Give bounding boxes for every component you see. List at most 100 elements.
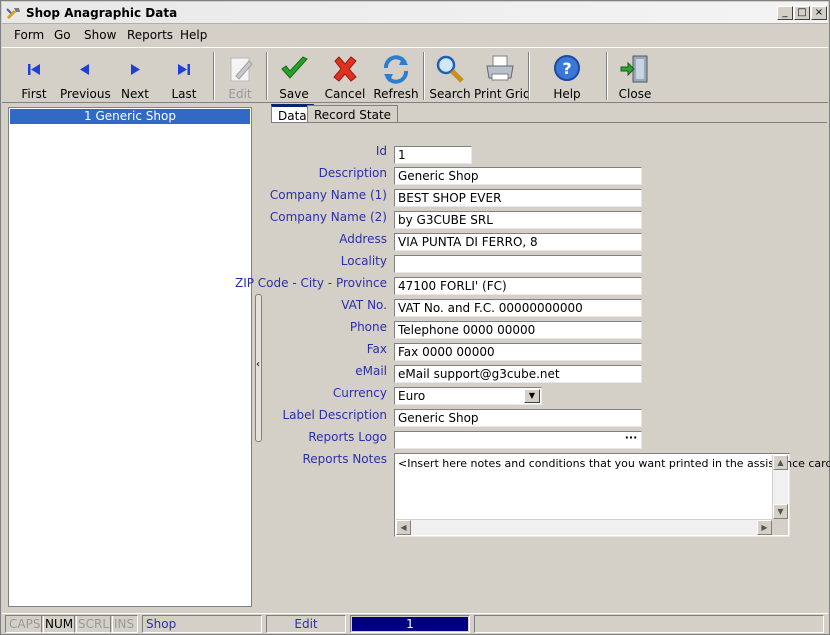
collapse-arrow-icon[interactable]: ‹	[256, 359, 260, 370]
title-bar: Shop Anagraphic Data _ □ ×	[2, 2, 828, 24]
reports-notes-label: Reports Notes	[302, 452, 387, 466]
maximize-button[interactable]: □	[794, 6, 810, 20]
company-name-2-field[interactable]: by G3CUBE SRL	[394, 211, 642, 229]
last-label: Last	[171, 87, 197, 101]
currency-select[interactable]: Euro ▼	[394, 387, 542, 405]
toolbar-separator	[528, 52, 530, 100]
first-button[interactable]: First	[10, 50, 58, 102]
print-grid-button[interactable]: Print Grid	[474, 50, 531, 102]
exit-door-icon	[620, 55, 648, 83]
num-indicator: NUM	[41, 615, 78, 633]
address-field[interactable]: VIA PUNTA DI FERRO, 8	[394, 233, 642, 251]
scroll-up-icon[interactable]: ▲	[773, 455, 788, 470]
record-number: 1	[352, 617, 468, 631]
reports-notes-text: <Insert here notes and conditions that y…	[398, 457, 830, 470]
phone-label: Phone	[349, 320, 387, 334]
locality-label: Locality	[340, 254, 387, 268]
cancel-label: Cancel	[324, 87, 366, 101]
menu-reports[interactable]: Reports	[127, 28, 173, 42]
close-label: Close	[618, 87, 652, 101]
vat-field[interactable]: VAT No. and F.C. 00000000000	[394, 299, 642, 317]
refresh-icon	[384, 55, 408, 84]
dropdown-arrow-icon[interactable]: ▼	[524, 389, 540, 403]
search-label: Search	[429, 87, 471, 101]
next-button[interactable]: Next	[112, 50, 158, 102]
mode-status: Edit	[266, 615, 346, 633]
browse-ellipsis-icon[interactable]: ···	[622, 432, 640, 447]
previous-record-icon	[80, 64, 89, 75]
label-description-label: Label Description	[282, 408, 387, 422]
search-button[interactable]: Search	[428, 50, 472, 102]
scroll-left-icon[interactable]: ◀	[396, 520, 411, 535]
close-button[interactable]: Close	[612, 50, 658, 102]
menu-form[interactable]: Form	[14, 28, 44, 42]
splitter-handle[interactable]: ‹	[255, 294, 262, 442]
company-name-2-label: Company Name (2)	[269, 210, 387, 224]
last-record-icon	[178, 64, 190, 75]
refresh-label: Refresh	[373, 87, 419, 101]
description-label: Description	[318, 166, 387, 180]
description-field[interactable]: Generic Shop	[394, 167, 642, 185]
previous-label: Previous	[60, 87, 111, 101]
scrollbar-corner	[772, 519, 788, 535]
status-bar: CAPS NUM SCRL INS Shop Edit 1	[2, 613, 828, 633]
print-grid-label: Print Grid	[474, 87, 531, 101]
edit-button[interactable]: Edit	[218, 50, 262, 102]
tools-icon	[6, 8, 20, 20]
reports-logo-field[interactable]: ···	[394, 431, 642, 449]
scroll-down-icon[interactable]: ▼	[773, 504, 788, 519]
toolbar: First Previous Next Last Edit Save Cance…	[2, 47, 828, 103]
scroll-right-icon[interactable]: ▶	[757, 520, 772, 535]
menu-bar: Form Go Show Reports Help	[2, 25, 828, 45]
reports-logo-label: Reports Logo	[308, 430, 387, 444]
cross-icon	[333, 56, 357, 82]
menu-go[interactable]: Go	[54, 28, 71, 42]
save-button[interactable]: Save	[270, 50, 318, 102]
vat-label: VAT No.	[341, 298, 387, 312]
edit-icon	[230, 57, 253, 82]
save-label: Save	[279, 87, 309, 101]
locality-field[interactable]	[394, 255, 642, 273]
zip-city-province-field[interactable]: 47100 FORLI' (FC)	[394, 277, 642, 295]
main-window: Shop Anagraphic Data _ □ × Form Go Show …	[0, 0, 830, 635]
previous-button[interactable]: Previous	[60, 50, 111, 102]
help-button[interactable]: ? Help	[542, 50, 592, 102]
label-description-field[interactable]: Generic Shop	[394, 409, 642, 427]
status-message-panel	[474, 615, 824, 633]
form-name-status: Shop	[142, 615, 262, 633]
address-label: Address	[339, 232, 387, 246]
zip-city-province-label: ZIP Code - City - Province	[234, 276, 387, 290]
menu-show[interactable]: Show	[84, 28, 116, 42]
record-indicator: 1	[350, 615, 470, 633]
vertical-scrollbar[interactable]: ▲ ▼	[772, 455, 788, 519]
refresh-button[interactable]: Refresh	[372, 50, 420, 102]
reports-notes-textarea[interactable]: <Insert here notes and conditions that y…	[394, 453, 830, 537]
close-window-button[interactable]: ×	[811, 6, 827, 20]
fax-field[interactable]: Fax 0000 00000	[394, 343, 642, 361]
horizontal-scrollbar[interactable]: ◀ ▶	[396, 519, 772, 535]
help-icon: ?	[554, 55, 580, 81]
scrl-indicator: SCRL	[74, 615, 114, 633]
email-label: eMail	[355, 364, 387, 378]
currency-label: Currency	[332, 386, 387, 400]
phone-field[interactable]: Telephone 0000 00000	[394, 321, 642, 339]
currency-value: Euro	[398, 389, 426, 403]
tab-divider	[271, 122, 827, 123]
company-name-1-field[interactable]: BEST SHOP EVER	[394, 189, 642, 207]
first-label: First	[21, 87, 47, 101]
help-label: Help	[553, 87, 581, 101]
list-item[interactable]: 1 Generic Shop	[10, 109, 250, 124]
edit-label: Edit	[228, 87, 252, 101]
tab-record-state[interactable]: Record State	[307, 105, 399, 123]
printer-icon	[486, 55, 514, 81]
id-field[interactable]: 1	[394, 146, 472, 164]
email-field[interactable]: eMail support@g3cube.net	[394, 365, 642, 383]
toolbar-separator	[266, 52, 268, 100]
minimize-button[interactable]: _	[777, 6, 793, 20]
record-list[interactable]: 1 Generic Shop	[8, 107, 252, 607]
first-record-icon	[28, 64, 40, 75]
cancel-button[interactable]: Cancel	[320, 50, 370, 102]
svg-text:?: ?	[562, 59, 571, 78]
menu-help[interactable]: Help	[180, 28, 207, 42]
last-button[interactable]: Last	[160, 50, 208, 102]
